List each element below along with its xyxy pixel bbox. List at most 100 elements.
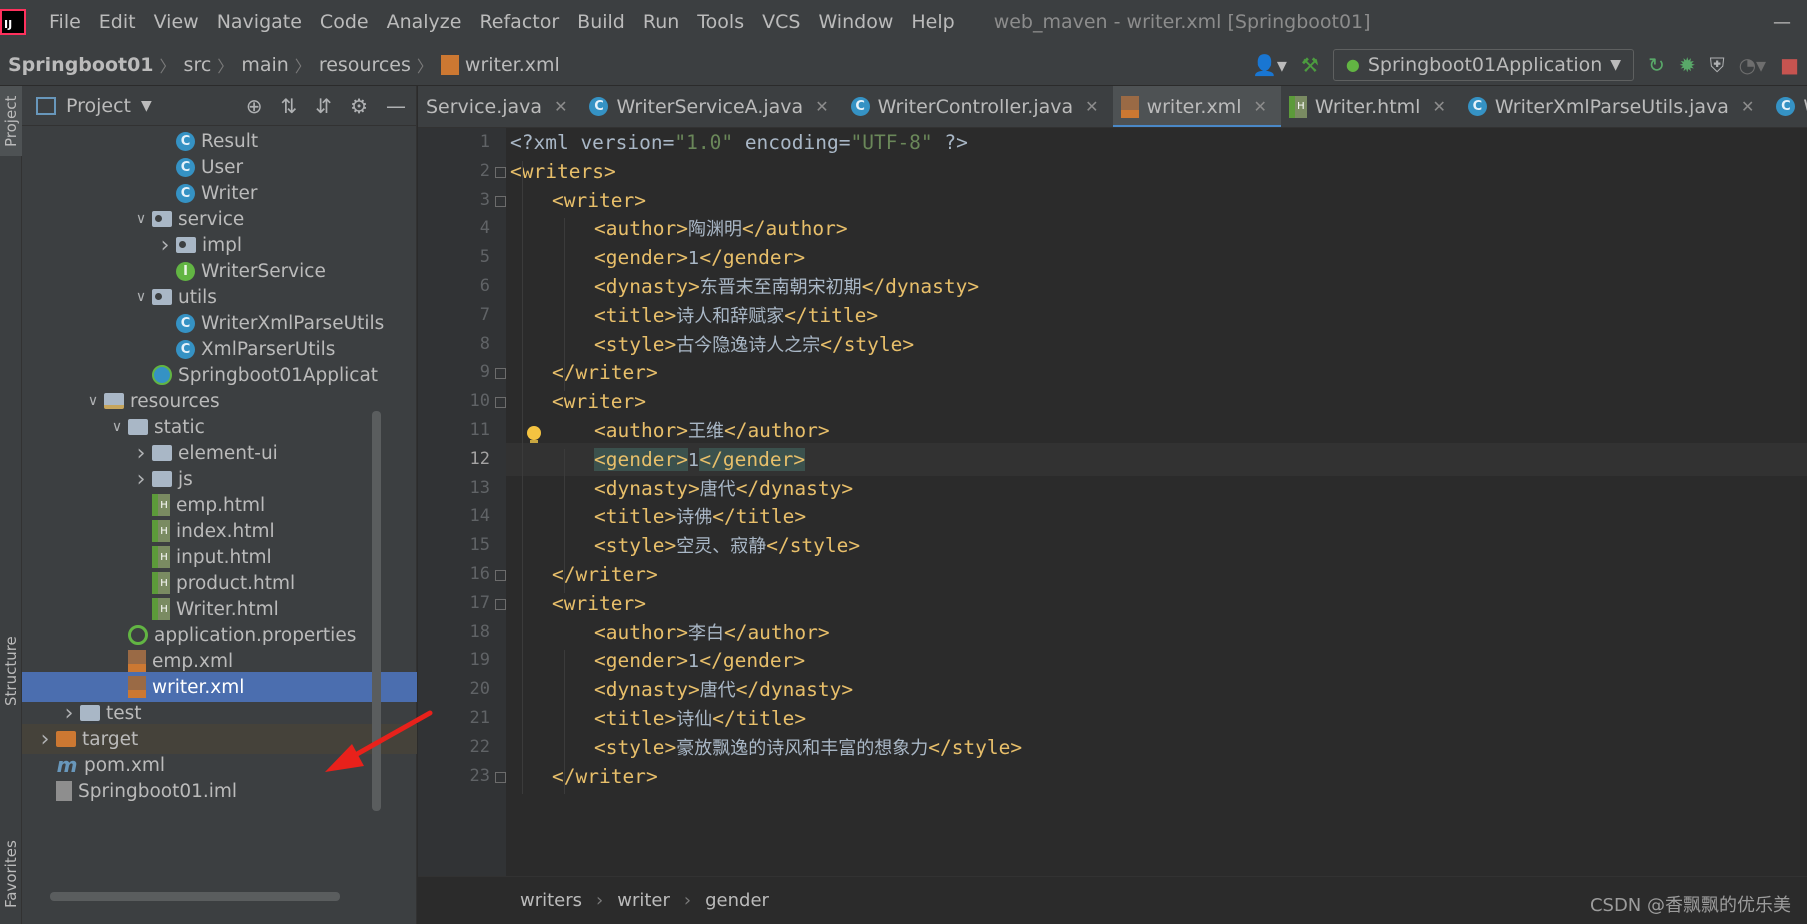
chevron-right-icon[interactable]: › — [34, 727, 56, 752]
close-icon[interactable]: ✕ — [1253, 97, 1266, 116]
menu-view[interactable]: View — [145, 11, 208, 33]
xml-text-value: 1 — [687, 651, 700, 673]
coverage-shield-icon[interactable]: ⛨ — [1710, 53, 1725, 77]
expand-all-icon[interactable]: ⇅ — [281, 94, 298, 118]
rerun-icon[interactable]: ↻ — [1648, 53, 1665, 77]
structure-tool-tab[interactable]: Structure — [0, 626, 23, 716]
hide-minus-icon[interactable]: — — [386, 94, 406, 118]
menu-window[interactable]: Window — [809, 11, 902, 33]
chevron-right-icon[interactable]: › — [154, 233, 176, 258]
editor-tab[interactable]: writer.xml ✕ — [1112, 86, 1282, 127]
fold-marker-icon[interactable] — [495, 397, 506, 409]
xml-tag: > — [1010, 735, 1023, 759]
horizontal-scrollbar[interactable] — [50, 892, 340, 901]
fold-marker-icon[interactable] — [495, 570, 506, 581]
xml-tag: < — [594, 447, 606, 471]
xml-text-value: 陶渊明 — [687, 219, 742, 241]
chevron-down-icon[interactable]: ▼ — [141, 98, 152, 114]
nav-crumb-resources[interactable]: resources — [311, 54, 417, 76]
xml-tag: </ — [723, 620, 748, 644]
chevron-down-icon[interactable]: ∨ — [130, 211, 152, 227]
fold-marker-icon[interactable] — [495, 368, 506, 380]
menu-edit[interactable]: Edit — [90, 11, 145, 33]
minimize-icon[interactable]: — — [1773, 12, 1791, 33]
project-tool-tab[interactable]: Project — [0, 86, 23, 156]
xml-tag: > — [676, 217, 688, 241]
code-editor[interactable]: 1 2 3 4 5 6 7 8 9 10 11 12 13 14 15 16 17 18 19 20 21 22 23 <?… — [418, 128, 1807, 876]
tree-item-label: application.properties — [154, 624, 357, 646]
nav-crumb-project[interactable]: Springboot01 — [0, 54, 160, 76]
menu-build[interactable]: Build — [568, 11, 634, 33]
menu-vcs[interactable]: VCS — [753, 11, 809, 33]
chevron-down-icon[interactable]: ∨ — [106, 419, 128, 435]
debug-bug-icon[interactable]: ✹ — [1679, 53, 1696, 77]
close-icon[interactable]: ✕ — [1741, 97, 1754, 116]
collapse-all-icon[interactable]: ⇵ — [315, 94, 332, 118]
menu-run[interactable]: Run — [634, 11, 688, 33]
xml-tag: > — [817, 620, 830, 644]
tree-item[interactable]: Springboot01.iml — [22, 776, 417, 806]
close-icon[interactable]: ✕ — [1432, 97, 1445, 116]
build-hammer-icon[interactable]: ⚒ — [1301, 53, 1319, 77]
xml-text-value: 东晋末至南朝宋初期 — [699, 277, 862, 298]
xml-tag-name: title — [735, 707, 795, 730]
intellij-logo-icon: IJ — [0, 9, 26, 35]
gear-icon[interactable]: ⚙ — [350, 94, 368, 118]
xml-tag: > — [676, 649, 688, 673]
run-configuration-select[interactable]: ● Springboot01Application ▼ — [1332, 48, 1635, 81]
xml-tag-name: author — [605, 620, 677, 644]
resources-folder-icon — [104, 393, 124, 409]
chevron-right-icon[interactable]: › — [130, 441, 152, 466]
editor-tab[interactable]: C WriterController.java ✕ — [843, 86, 1113, 127]
nav-crumb-main[interactable]: main — [233, 54, 294, 76]
project-panel-title[interactable]: Project — [66, 95, 131, 117]
fold-marker-icon[interactable] — [495, 771, 506, 783]
profiler-icon[interactable]: ◔▾ — [1739, 53, 1767, 77]
xml-tag: < — [552, 390, 564, 414]
editor-tab[interactable]: C Writer.java — [1768, 86, 1807, 127]
chevron-down-icon[interactable]: ∨ — [130, 289, 152, 305]
chevron-down-icon[interactable]: ∨ — [82, 393, 104, 409]
menu-file[interactable]: File — [40, 11, 90, 33]
close-icon[interactable]: ✕ — [554, 97, 567, 116]
nav-crumb-file[interactable]: writer.xml — [433, 54, 566, 76]
nav-crumb-src[interactable]: src — [176, 54, 218, 76]
xml-tag: </ — [712, 707, 736, 730]
xml-tag: > — [967, 275, 980, 298]
xml-tag-name: dynasty — [605, 275, 688, 298]
menu-code[interactable]: Code — [311, 11, 378, 33]
breadcrumb-gender[interactable]: gender — [705, 890, 769, 911]
locate-crosshair-icon[interactable]: ⊕ — [246, 94, 263, 118]
menu-help[interactable]: Help — [902, 11, 963, 33]
editor-tab[interactable]: Service.java ✕ — [418, 86, 581, 127]
chevron-right-icon: 〉 — [294, 56, 311, 76]
favorites-tool-tab[interactable]: Favorites — [0, 834, 23, 914]
close-icon[interactable]: ✕ — [1085, 97, 1098, 116]
xml-tag: < — [594, 534, 606, 558]
xml-tag: > — [794, 505, 807, 529]
menu-analyze[interactable]: Analyze — [378, 11, 471, 33]
xml-tag-name: writer — [563, 390, 635, 414]
menu-navigate[interactable]: Navigate — [208, 11, 311, 33]
fold-marker-icon[interactable] — [495, 195, 506, 207]
close-icon[interactable]: ✕ — [815, 97, 828, 116]
fold-marker-icon[interactable] — [495, 166, 506, 178]
stop-icon[interactable]: ■ — [1780, 53, 1799, 77]
vertical-scrollbar[interactable] — [372, 411, 381, 811]
code-line[interactable]: </writer> — [506, 760, 1807, 793]
editor-tab[interactable]: H Writer.html ✕ — [1281, 86, 1460, 127]
xml-tag-name: style — [605, 735, 665, 759]
menu-refactor[interactable]: Refactor — [470, 11, 568, 33]
editor-tab[interactable]: C WriterServiceA.java ✕ — [581, 86, 842, 127]
class-icon: C — [850, 97, 870, 116]
chevron-right-icon[interactable]: › — [58, 701, 80, 726]
editor-tab-label: WriterXmlParseUtils.java — [1494, 95, 1729, 118]
menu-tools[interactable]: Tools — [688, 11, 753, 33]
xml-tag: > — [848, 534, 861, 558]
user-account-icon[interactable]: 👤▾ — [1252, 53, 1287, 77]
breadcrumb-writer[interactable]: writer — [617, 890, 670, 911]
fold-marker-icon[interactable] — [495, 598, 506, 610]
breadcrumb-writers[interactable]: writers — [520, 890, 582, 911]
editor-tab[interactable]: C WriterXmlParseUtils.java ✕ — [1460, 86, 1769, 127]
chevron-right-icon[interactable]: › — [130, 467, 152, 492]
